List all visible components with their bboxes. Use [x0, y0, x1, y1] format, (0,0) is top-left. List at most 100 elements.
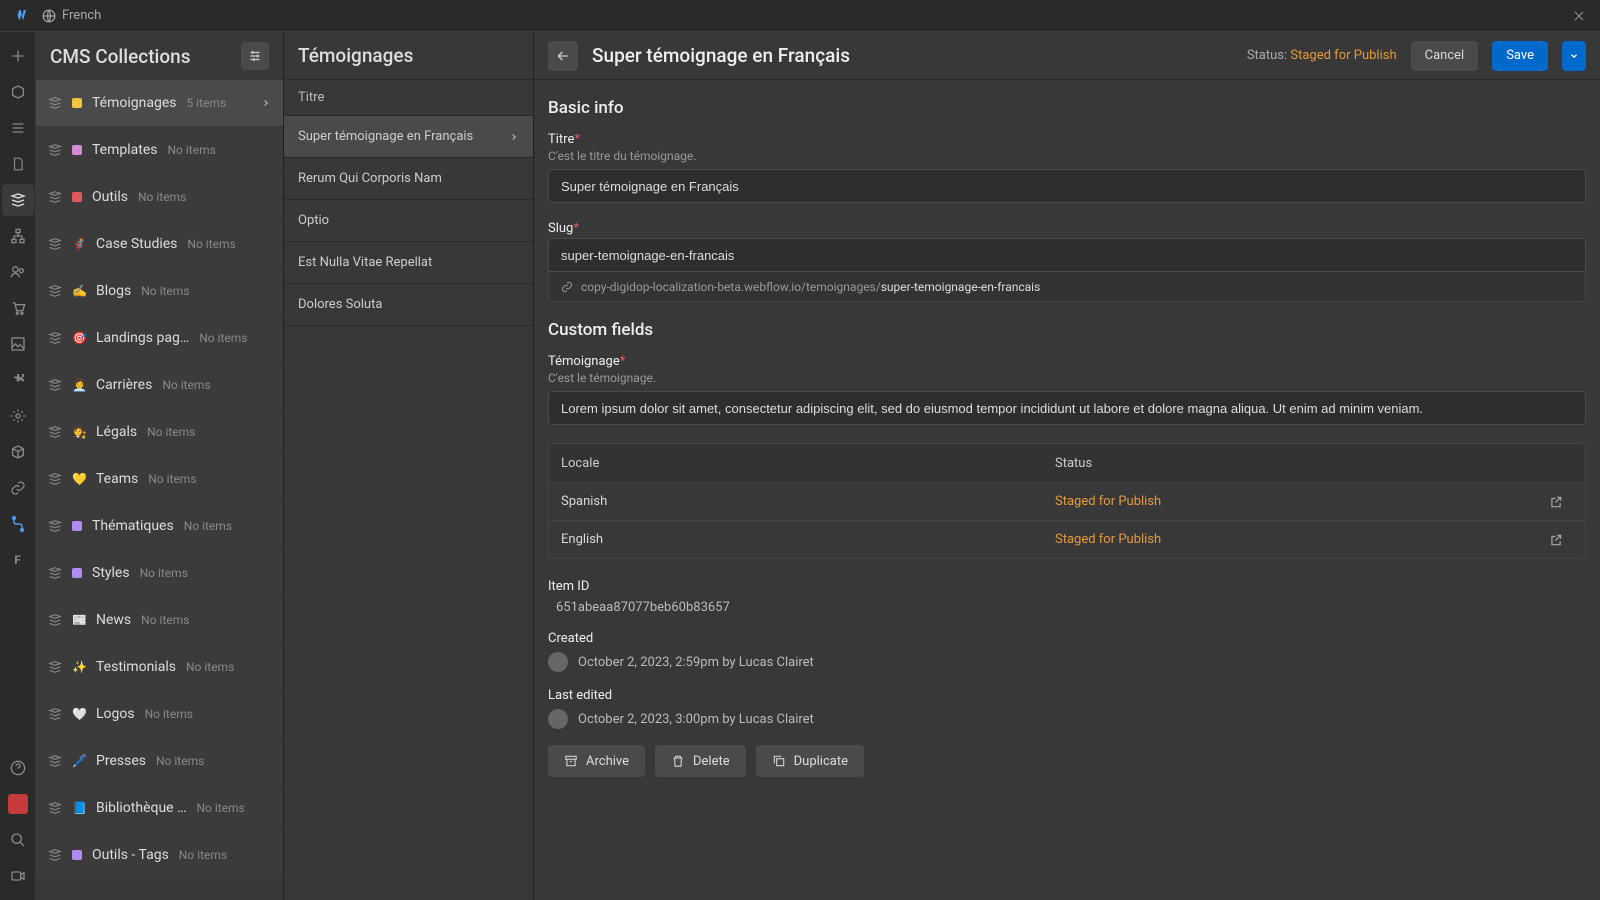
cms-item-row[interactable]: Dolores Soluta [284, 284, 533, 326]
collection-item[interactable]: OutilsNo items [36, 174, 283, 220]
collection-item[interactable]: 🖊️PressesNo items [36, 738, 283, 784]
item-title: Est Nulla Vitae Repellat [298, 255, 432, 270]
rail-ecommerce[interactable] [2, 292, 34, 324]
rail-connect[interactable] [2, 472, 34, 504]
meta-edited: Last edited October 2, 2023, 3:00pm by L… [548, 688, 1586, 729]
collection-item[interactable]: ✨TestimonialsNo items [36, 644, 283, 690]
collection-item[interactable]: 👩‍💼CarrièresNo items [36, 362, 283, 408]
rail-cms[interactable] [2, 184, 34, 216]
item-title: Super témoignage en Français [298, 129, 473, 144]
rail-navigator[interactable] [2, 112, 34, 144]
page-icon [11, 156, 25, 172]
collection-name: Presses [96, 753, 146, 769]
locale-selector[interactable]: French [42, 8, 101, 23]
temoignage-input[interactable] [548, 391, 1586, 425]
save-dropdown-button[interactable] [1562, 41, 1586, 71]
rail-help[interactable] [2, 752, 34, 784]
color-dot-icon [72, 521, 82, 531]
rail-page[interactable] [2, 148, 34, 180]
rail-users[interactable] [2, 256, 34, 288]
rail-apps[interactable] [2, 364, 34, 396]
users-icon [10, 264, 26, 280]
cms-item-row[interactable]: Est Nulla Vitae Repellat [284, 242, 533, 284]
locale-label: French [62, 8, 101, 23]
stack-icon [10, 192, 26, 208]
rail-finsweet[interactable]: F [2, 544, 34, 576]
slug-url-base: copy-digidop-localization-beta.webflow.i… [581, 280, 881, 294]
rail-search[interactable] [2, 824, 34, 856]
titre-desc: C'est le titre du témoignage. [548, 149, 1586, 163]
collection-item[interactable]: 📘Bibliothèque …No items [36, 785, 283, 831]
collections-settings-button[interactable] [241, 42, 269, 70]
collection-item[interactable]: 💛TeamsNo items [36, 456, 283, 502]
close-button[interactable] [1572, 9, 1586, 23]
rail-add[interactable] [2, 40, 34, 72]
collection-name: News [96, 612, 131, 628]
rail-swatch[interactable] [2, 788, 34, 820]
collection-name: Templates [92, 142, 158, 158]
collection-item[interactable]: 🤍LogosNo items [36, 691, 283, 737]
rail-settings[interactable] [2, 400, 34, 432]
box-icon [10, 84, 26, 100]
editor-body[interactable]: Basic info Titre* C'est le titre du témo… [534, 80, 1600, 900]
external-link-icon [1549, 533, 1563, 547]
collection-item[interactable]: StylesNo items [36, 550, 283, 596]
emoji-icon: ✍️ [72, 284, 86, 298]
rail-video[interactable] [2, 860, 34, 892]
collection-item[interactable]: 🦸Case StudiesNo items [36, 221, 283, 267]
close-icon [1572, 9, 1586, 23]
collection-count: No items [141, 284, 189, 298]
open-locale-button[interactable] [1549, 533, 1573, 547]
cms-item-row[interactable]: Super témoignage en Français [284, 116, 533, 158]
slug-url-suffix: super-temoignage-en-francais [881, 280, 1041, 294]
cms-item-row[interactable]: Rerum Qui Corporis Nam [284, 158, 533, 200]
collection-item[interactable]: 🎯Landings pag…No items [36, 315, 283, 361]
link-icon [10, 480, 26, 496]
slug-input[interactable] [548, 238, 1586, 272]
topbar: French [0, 0, 1600, 32]
list-icon [10, 120, 26, 136]
editor-header: Super témoignage en Français Status: Sta… [534, 32, 1600, 80]
rail-logic[interactable] [2, 508, 34, 540]
cms-item-row[interactable]: Optio [284, 200, 533, 242]
emoji-icon: 🧑‍⚖️ [72, 425, 86, 439]
collection-name: Légals [96, 424, 137, 440]
created-label: Created [548, 631, 1586, 646]
collections-list[interactable]: Témoignages5 itemsTemplatesNo itemsOutil… [36, 80, 283, 900]
archive-icon [564, 754, 578, 768]
copy-icon [772, 754, 786, 768]
delete-button[interactable]: Delete [655, 745, 746, 777]
item-id-value: 651abeaa87077beb60b83657 [548, 600, 1586, 615]
locale-header-locale: Locale [561, 456, 1055, 471]
rail-assets[interactable] [2, 328, 34, 360]
chevron-right-icon [261, 98, 271, 108]
open-locale-button[interactable] [1549, 495, 1573, 509]
collection-item[interactable]: 📰NewsNo items [36, 597, 283, 643]
collection-item[interactable]: Outils - TagsNo items [36, 832, 283, 878]
collections-header: CMS Collections [36, 32, 283, 80]
emoji-icon: 📰 [72, 613, 86, 627]
slug-preview: copy-digidop-localization-beta.webflow.i… [548, 272, 1586, 302]
back-button[interactable] [548, 41, 578, 71]
sliders-icon [248, 49, 262, 63]
rail-structure[interactable] [2, 220, 34, 252]
duplicate-button[interactable]: Duplicate [756, 745, 864, 777]
collection-count: No items [186, 660, 234, 674]
search-icon [10, 832, 26, 848]
collection-item[interactable]: Témoignages5 items [36, 80, 283, 126]
item-title: Dolores Soluta [298, 297, 382, 312]
collection-name: Landings pag… [96, 330, 189, 346]
collection-item[interactable]: ✍️BlogsNo items [36, 268, 283, 314]
save-button[interactable]: Save [1492, 41, 1548, 71]
titre-input[interactable] [548, 169, 1586, 203]
collection-name: Teams [96, 471, 138, 487]
rail-pages[interactable] [2, 76, 34, 108]
cancel-button[interactable]: Cancel [1411, 41, 1479, 71]
collection-item[interactable]: 🧑‍⚖️LégalsNo items [36, 409, 283, 455]
collection-item[interactable]: ThématiquesNo items [36, 503, 283, 549]
action-row: Archive Delete Duplicate [548, 745, 1586, 777]
archive-button[interactable]: Archive [548, 745, 645, 777]
rail-3d[interactable] [2, 436, 34, 468]
color-dot-icon [72, 192, 82, 202]
collection-item[interactable]: TemplatesNo items [36, 127, 283, 173]
